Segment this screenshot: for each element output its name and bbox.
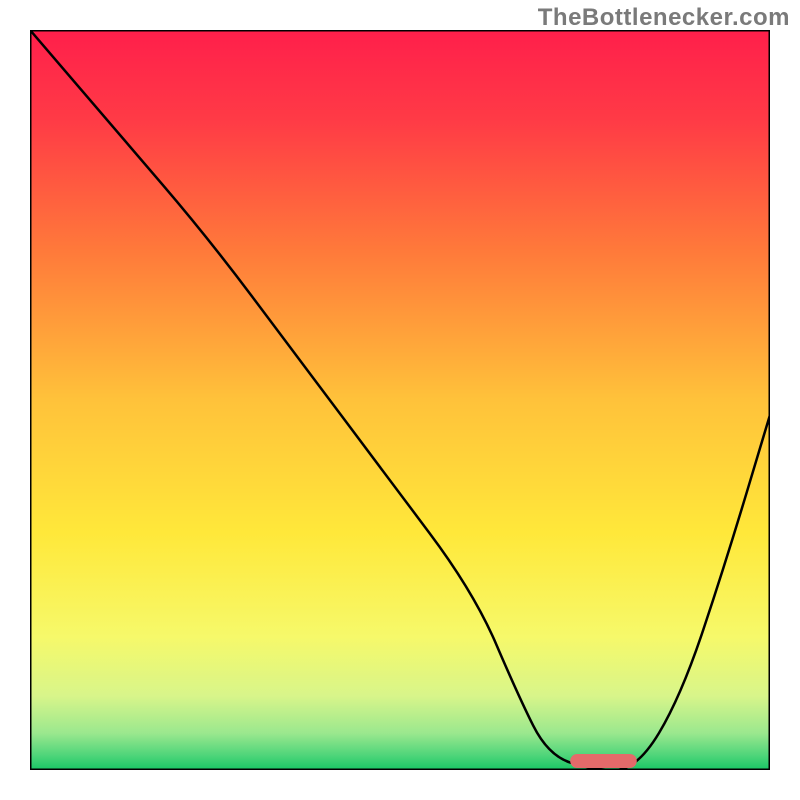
- chart-container: TheBottlenecker.com: [0, 0, 800, 800]
- plot-area: [30, 30, 770, 770]
- gradient-background: [30, 30, 770, 770]
- optimal-marker: [570, 754, 637, 768]
- watermark-text: TheBottlenecker.com: [538, 4, 790, 32]
- bottleneck-chart: [30, 30, 770, 770]
